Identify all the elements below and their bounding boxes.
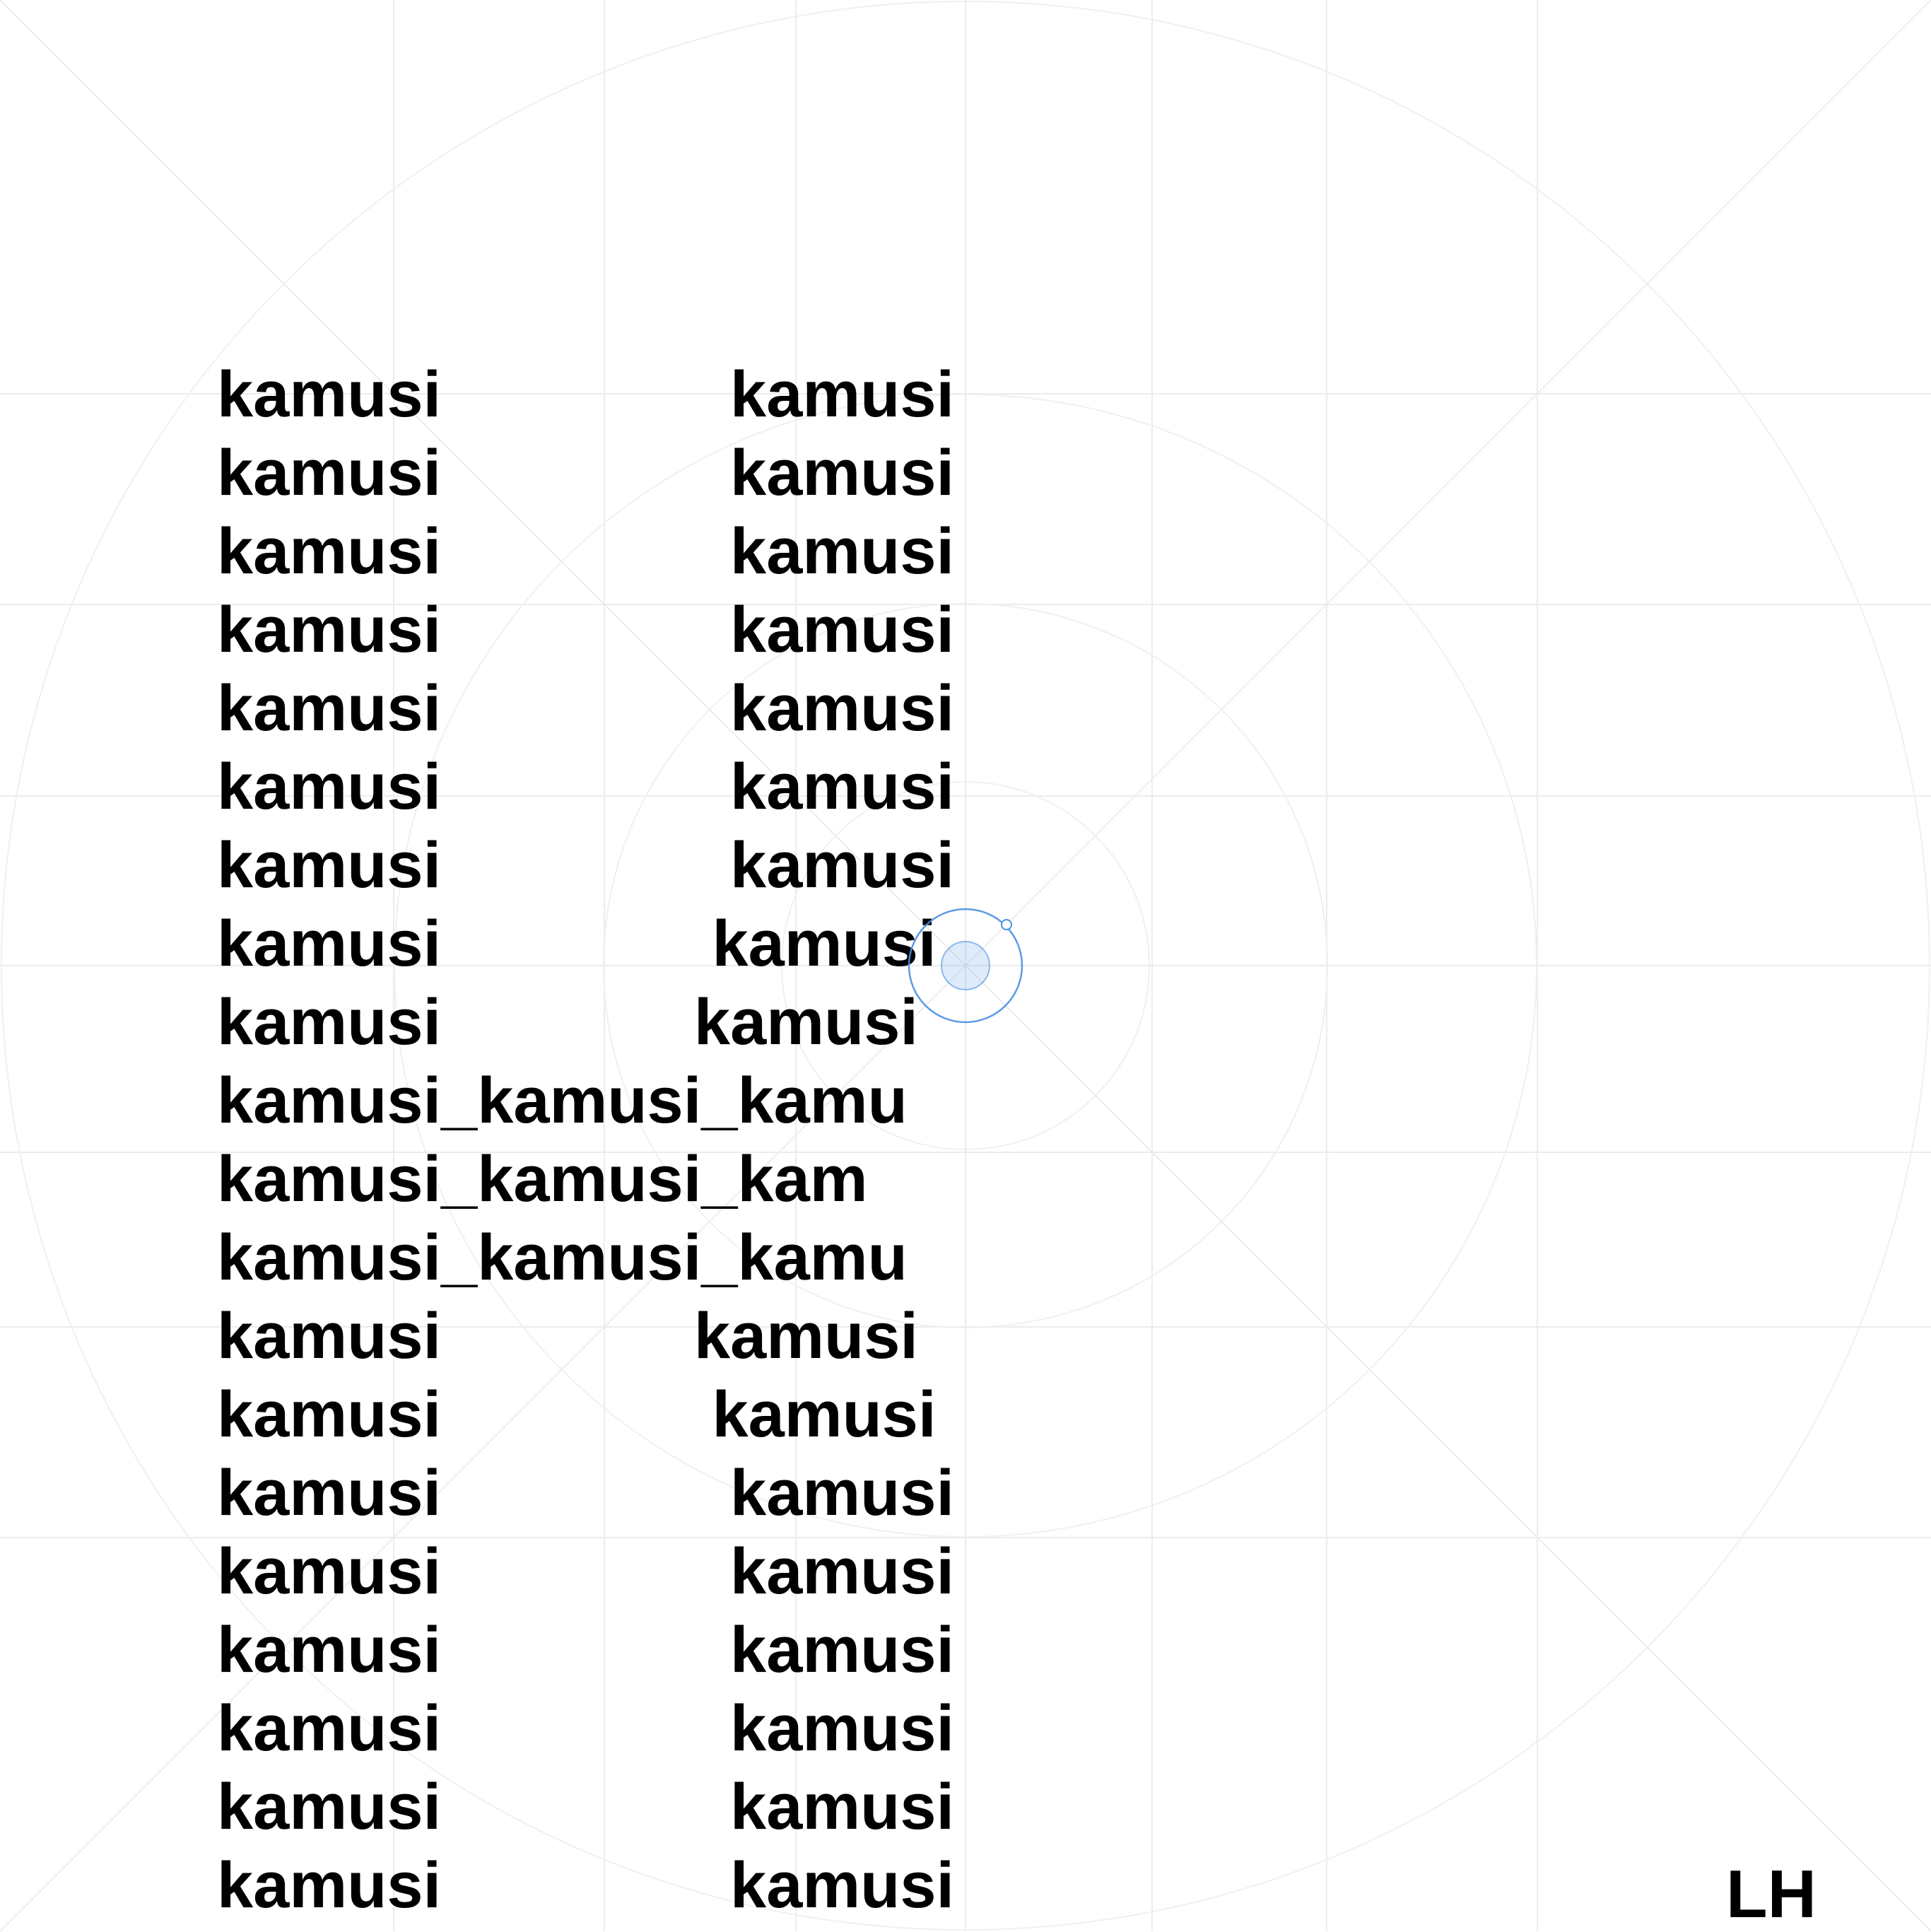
text-line: kamusi kamusi	[217, 908, 937, 980]
text-line: kamusi kamusi	[217, 1378, 937, 1451]
text-line: kamusi kamusi	[217, 1535, 955, 1608]
text-line: kamusi kamusi	[217, 358, 955, 431]
text-line: kamusi_kamusi_kamu	[217, 1065, 908, 1137]
text-line: kamusi kamusi	[217, 986, 918, 1058]
touch-point-icon	[908, 908, 1023, 1024]
text-line: kamusi kamusi	[217, 1300, 918, 1372]
text-line: kamusi kamusi	[217, 594, 955, 666]
text-line: kamusi kamusi	[217, 1849, 955, 1921]
text-line: kamusi kamusi	[217, 751, 955, 823]
text-line: kamusi kamusi	[217, 1692, 955, 1764]
text-line: kamusi_kamusi_kamu	[217, 1222, 908, 1294]
text-line: kamusi kamusi	[217, 515, 955, 587]
corner-label: LH	[1726, 1856, 1816, 1932]
text-line: kamusi kamusi	[217, 1614, 955, 1686]
text-line: kamusi kamusi	[217, 829, 955, 901]
text-line: kamusi kamusi	[217, 437, 955, 509]
text-line: kamusi_kamusi_kam	[217, 1143, 868, 1215]
text-line: kamusi kamusi	[217, 1771, 955, 1843]
text-line: kamusi kamusi	[217, 672, 955, 744]
text-line: kamusi kamusi	[217, 1457, 955, 1529]
